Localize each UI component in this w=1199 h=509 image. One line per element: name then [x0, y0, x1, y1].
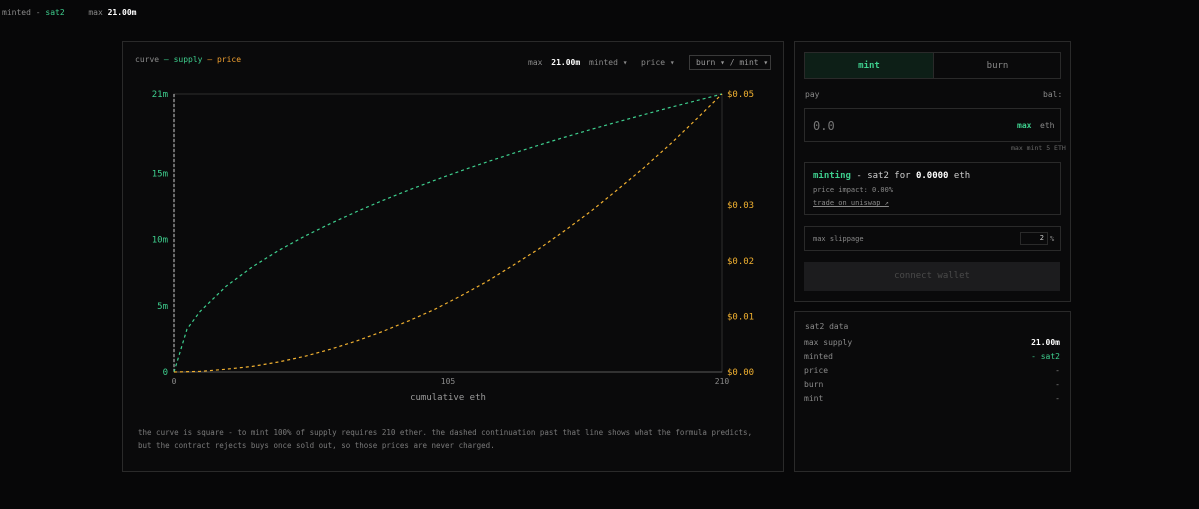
plot-frame	[173, 93, 723, 373]
x-tick-label: 210	[715, 377, 730, 386]
summary-amount: 0.0000	[915, 171, 949, 181]
row-label: burn	[804, 380, 824, 389]
row-label: price	[804, 366, 829, 375]
summary-title: minting	[813, 171, 851, 181]
y-right-tick-label: $0.03	[727, 201, 754, 211]
x-axis-label: cumulative eth	[410, 393, 486, 403]
mint-summary-box: minting - sat2 for 0.0000 eth price impa…	[804, 162, 1061, 215]
pay-amount-input[interactable]	[811, 117, 995, 135]
summary-text: - sat2 for	[856, 171, 911, 181]
y-left-tick-label: 10m	[152, 236, 168, 246]
pay-label: pay	[805, 90, 820, 99]
max-button[interactable]: max	[1017, 121, 1031, 130]
y-left-tick-label: 15m	[152, 169, 168, 179]
pay-unit: eth	[1040, 121, 1055, 130]
mint-burn-tabs: mint burn	[804, 52, 1061, 79]
row-label: max supply	[804, 338, 853, 347]
data-row-minted: minted - sat2	[804, 352, 1060, 361]
data-panel-title: sat2 data	[805, 322, 849, 331]
pay-input-box: max eth	[804, 108, 1061, 142]
row-value: -	[1055, 366, 1060, 375]
row-label: minted	[804, 352, 833, 361]
tab-burn[interactable]: burn	[933, 53, 1061, 78]
slippage-box: max slippage 2 %	[804, 226, 1061, 251]
x-tick-label: 105	[441, 377, 456, 386]
data-row-mint: mint -	[804, 394, 1060, 403]
summary-unit: eth	[953, 171, 971, 181]
data-row-max-supply: max supply 21.00m	[804, 338, 1060, 347]
supply-curve	[173, 93, 723, 373]
token-data-panel	[794, 311, 1071, 472]
y-right-tick-label: $0.02	[727, 257, 754, 267]
curve-note: the curve is square - to mint 100% of su…	[138, 428, 753, 450]
data-row-price: price -	[804, 366, 1060, 375]
y-left-tick-label: 0	[163, 368, 168, 378]
y-left-tick-label: 5m	[157, 302, 168, 312]
connect-wallet-button[interactable]: connect wallet	[804, 262, 1060, 291]
max-mint-note: max mint 5 ETH	[1011, 144, 1066, 152]
price-curve	[173, 93, 723, 373]
balance-label: bal:	[1043, 90, 1063, 99]
row-value: - sat2	[1031, 352, 1060, 361]
y-right-tick-label: $0.05	[727, 90, 754, 100]
row-label: mint	[804, 394, 824, 403]
data-row-burn: burn -	[804, 380, 1060, 389]
y-right-tick-label: $0.01	[727, 312, 754, 322]
y-right-tick-label: $0.00	[727, 368, 754, 378]
uniswap-link[interactable]: trade on uniswap ↗	[813, 199, 889, 207]
slippage-input[interactable]: 2	[1020, 232, 1048, 245]
x-tick-label: 0	[172, 377, 177, 386]
summary-line: minting - sat2 for 0.0000 eth	[813, 171, 970, 181]
row-value: 21.00m	[1031, 338, 1060, 347]
price-impact: price impact: 0.00%	[813, 186, 894, 194]
y-left-tick-label: 21m	[152, 90, 168, 100]
slippage-label: max slippage	[813, 235, 864, 243]
row-value: -	[1055, 380, 1060, 389]
row-value: -	[1055, 394, 1060, 403]
tab-mint[interactable]: mint	[805, 53, 933, 78]
slippage-unit: %	[1050, 235, 1055, 243]
